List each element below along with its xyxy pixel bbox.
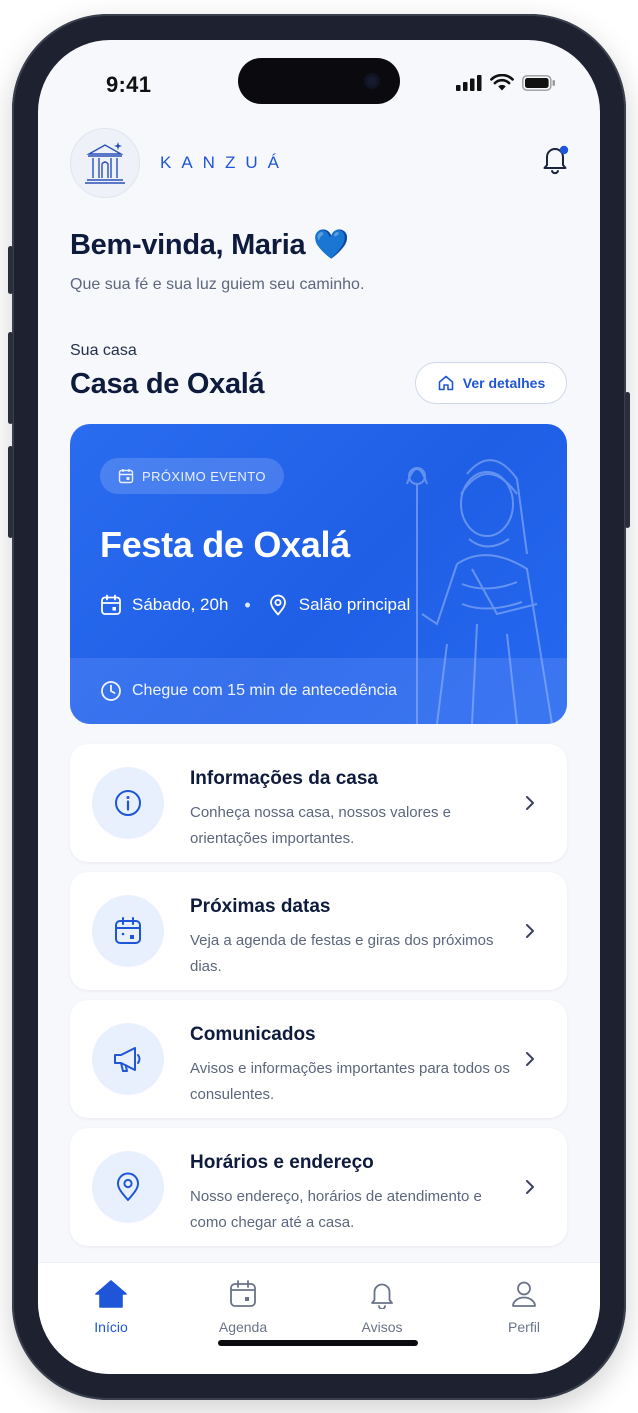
dynamic-island: [238, 58, 400, 104]
wifi-icon: [490, 74, 514, 91]
event-meta-separator: •: [244, 594, 251, 615]
view-details-label: Ver detalhes: [462, 375, 546, 391]
bottom-tab-bar: Início Agenda Avisos Perfil: [38, 1262, 600, 1374]
menu-icon-wrap: [92, 767, 164, 839]
greeting-title: Bem-vinda, Maria 💙: [70, 229, 349, 261]
tab-avisos[interactable]: Avisos: [332, 1279, 432, 1335]
menu-item-title: Horários e endereço: [190, 1152, 374, 1173]
tab-perfil[interactable]: Perfil: [474, 1279, 574, 1335]
battery-icon: [522, 74, 555, 91]
event-date: Sábado, 20h: [100, 594, 228, 616]
event-notice-text: Chegue com 15 min de antecedência: [132, 682, 398, 699]
calendar-icon: [101, 594, 121, 615]
tab-agenda[interactable]: Agenda: [193, 1279, 293, 1335]
event-meta: Sábado, 20h • Salão principal: [100, 594, 410, 616]
status-icons: [456, 74, 556, 91]
event-notice: Chegue com 15 min de antecedência: [70, 658, 567, 724]
greeting-subtitle: Que sua fé e sua luz guiem seu caminho.: [70, 276, 365, 293]
house-label: Sua casa: [70, 342, 137, 359]
app-screen: 9:41 KANZUÁ Bem-vinda, Maria 💙 Que sua f…: [38, 40, 600, 1374]
event-location-text: Salão principal: [298, 595, 411, 614]
home-icon: [95, 1280, 127, 1308]
user-icon: [512, 1281, 536, 1307]
location-pin-icon: [269, 594, 286, 616]
home-outline-icon: [438, 375, 454, 391]
menu-icon-wrap: [92, 1023, 164, 1095]
menu-item-house-info[interactable]: Informações da casa Conheça nossa casa, …: [70, 744, 567, 862]
signal-icon: [456, 74, 482, 91]
tab-inicio[interactable]: Início: [61, 1279, 161, 1335]
calendar-small-icon: [118, 469, 134, 484]
view-details-button[interactable]: Ver detalhes: [415, 362, 567, 404]
location-pin-icon: [117, 1172, 139, 1201]
megaphone-icon: [114, 1047, 141, 1072]
menu-item-title: Comunicados: [190, 1024, 316, 1045]
event-title: Festa de Oxalá: [100, 524, 350, 565]
side-button-volume-up: [8, 332, 13, 424]
next-event-pill: PRÓXIMO EVENTO: [100, 458, 284, 494]
calendar-icon: [230, 1280, 256, 1307]
chevron-right-icon: [526, 1052, 534, 1066]
next-event-pill-label: PRÓXIMO EVENTO: [142, 468, 266, 484]
menu-item-title: Informações da casa: [190, 768, 378, 789]
side-button-volume-down: [8, 446, 13, 538]
next-event-card[interactable]: PRÓXIMO EVENTO Festa de Oxalá Sábado, 20…: [70, 424, 567, 724]
kanzua-logo: [70, 128, 140, 198]
notification-bell-icon[interactable]: [538, 142, 572, 176]
tab-label: Início: [94, 1319, 128, 1335]
side-button-power: [625, 392, 630, 528]
camera-icon: [364, 73, 380, 89]
status-time: 9:41: [106, 72, 152, 97]
menu-icon-wrap: [92, 1151, 164, 1223]
bell-icon: [371, 1283, 393, 1309]
menu-item-description: Conheça nossa casa, nossos valores e ori…: [190, 804, 451, 847]
menu-item-title: Próximas datas: [190, 896, 331, 917]
house-name: Casa de Oxalá: [70, 368, 265, 400]
menu-item-description: Veja a agenda de festas e giras dos próx…: [190, 932, 494, 975]
info-icon: [115, 790, 141, 816]
tab-label: Avisos: [361, 1319, 403, 1335]
menu-item-announcements[interactable]: Comunicados Avisos e informações importa…: [70, 1000, 567, 1118]
phone-frame: 9:41 KANZUÁ Bem-vinda, Maria 💙 Que sua f…: [8, 14, 630, 1400]
chevron-right-icon: [526, 924, 534, 938]
temple-logo-icon: [85, 142, 125, 184]
brand-name: KANZUÁ: [160, 153, 289, 172]
menu-item-description: Nosso endereço, horários de atendimento …: [190, 1188, 482, 1231]
calendar-icon: [115, 917, 141, 944]
menu-icon-wrap: [92, 895, 164, 967]
event-date-text: Sábado, 20h: [132, 595, 229, 614]
menu-item-upcoming-dates[interactable]: Próximas datas Veja a agenda de festas e…: [70, 872, 567, 990]
menu-item-hours-address[interactable]: Horários e endereço Nosso endereço, horá…: [70, 1128, 567, 1246]
chevron-right-icon: [526, 1180, 534, 1194]
clock-icon: [101, 681, 121, 701]
home-indicator: [218, 1340, 418, 1346]
tab-label: Perfil: [508, 1319, 540, 1335]
side-button-silent: [8, 246, 13, 294]
brand-header: KANZUÁ: [70, 128, 289, 198]
event-location: Salão principal: [267, 594, 411, 616]
tab-label: Agenda: [218, 1319, 268, 1335]
chevron-right-icon: [526, 796, 534, 810]
menu-item-description: Avisos e informações importantes para to…: [190, 1060, 510, 1103]
status-bar: 9:41: [38, 40, 600, 120]
